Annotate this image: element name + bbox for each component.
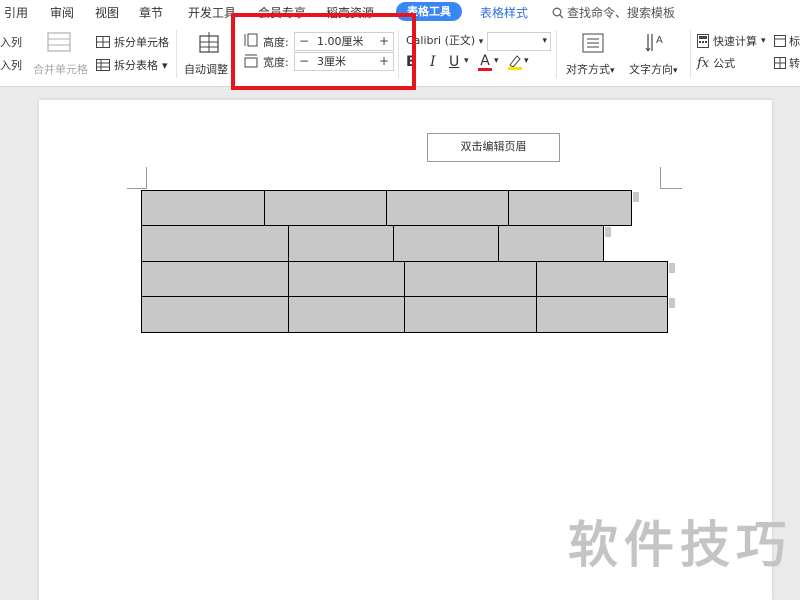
row-end-marker xyxy=(669,263,675,273)
table-cell[interactable] xyxy=(141,225,289,262)
italic-button[interactable]: I xyxy=(430,54,436,70)
highlight-box xyxy=(231,13,416,90)
divider xyxy=(556,30,557,78)
split-table-label: 拆分表格 xyxy=(114,59,158,72)
row-end-marker xyxy=(605,227,611,237)
text-direction-icon: A xyxy=(645,34,663,52)
chevron-down-icon: ▾ xyxy=(162,58,168,72)
row-end-marker xyxy=(633,192,639,202)
table-cell[interactable] xyxy=(536,261,668,297)
chevron-down-icon: ▾ xyxy=(542,36,547,46)
menu-section[interactable]: 章节 xyxy=(139,4,163,21)
split-table-icon xyxy=(96,59,110,71)
merge-cells-label: 合并单元格 xyxy=(33,63,88,76)
crop-mark xyxy=(660,188,682,189)
menu-review[interactable]: 审阅 xyxy=(50,4,74,21)
edit-header-button[interactable]: 双击编辑页眉 xyxy=(427,133,560,162)
tab-table-style[interactable]: 表格样式 xyxy=(480,4,528,21)
chevron-down-icon: ▾ xyxy=(478,37,484,47)
table-cell[interactable] xyxy=(393,225,499,262)
split-cells-icon xyxy=(96,36,110,48)
table-cell[interactable] xyxy=(386,190,509,226)
chevron-down-icon: ▾ xyxy=(524,56,529,66)
crop-mark xyxy=(127,188,147,189)
watermark: 软件技巧 xyxy=(568,516,792,574)
table-cell[interactable] xyxy=(264,190,387,226)
divider xyxy=(176,30,177,78)
auto-fit-button[interactable]: 自动调整 xyxy=(182,28,234,78)
table-cell[interactable] xyxy=(404,261,537,297)
font-color-glyph: A xyxy=(480,53,490,69)
table-cell[interactable] xyxy=(141,261,289,297)
font-color-swatch xyxy=(478,68,492,71)
align-label: 对齐方式▾ xyxy=(566,63,615,76)
chevron-down-icon: ▾ xyxy=(761,36,766,46)
underline-button[interactable]: U xyxy=(449,54,459,70)
split-table-button[interactable]: 拆分表格 ▾ xyxy=(96,57,168,73)
menu-view[interactable]: 视图 xyxy=(95,4,119,21)
merge-cells-button[interactable]: 合并单元格 xyxy=(33,28,91,78)
split-cells-label: 拆分单元格 xyxy=(114,36,169,49)
table-cell[interactable] xyxy=(404,296,537,333)
title-row-icon xyxy=(774,35,786,47)
align-icon xyxy=(582,33,604,53)
split-cells-button[interactable]: 拆分单元格 xyxy=(96,34,169,50)
search-icon xyxy=(552,7,564,18)
table-cell[interactable] xyxy=(288,261,405,297)
font-name-value: Calibri (正文) xyxy=(406,34,476,47)
table-cell[interactable] xyxy=(508,190,632,226)
menu-dev-tools[interactable]: 开发工具 xyxy=(188,4,236,21)
search-label: 查找命令、搜索模板 xyxy=(567,6,676,20)
insert-col-right-button[interactable]: 入列 xyxy=(0,57,22,73)
formula-button[interactable]: fx 公式 xyxy=(697,55,735,71)
convert-label: 转 xyxy=(789,57,800,70)
auto-fit-label: 自动调整 xyxy=(184,63,228,76)
table-cell[interactable] xyxy=(498,225,604,262)
text-direction-label: 文字方向▾ xyxy=(629,63,678,76)
crop-mark xyxy=(660,167,661,189)
convert-button[interactable]: 转 xyxy=(774,55,800,71)
table-cell[interactable] xyxy=(141,296,289,333)
fx-icon: fx xyxy=(697,55,710,71)
auto-fit-icon xyxy=(199,32,219,53)
font-name-select[interactable]: Calibri (正文) ▾ xyxy=(406,32,484,49)
formula-label: 公式 xyxy=(713,57,736,70)
quick-calc-label: 快速计算 xyxy=(713,35,757,48)
table-cell[interactable] xyxy=(536,296,668,333)
merge-cells-icon xyxy=(47,32,71,52)
svg-text:A: A xyxy=(656,35,663,46)
table-cell[interactable] xyxy=(141,190,265,226)
chevron-down-icon: ▾ xyxy=(494,56,499,66)
menu-reference[interactable]: 引用 xyxy=(4,4,28,21)
align-button[interactable]: 对齐方式▾ xyxy=(565,28,621,78)
font-size-select[interactable]: ▾ xyxy=(487,32,551,51)
chevron-down-icon: ▾ xyxy=(464,56,469,66)
crop-mark xyxy=(146,167,147,189)
title-row-button[interactable]: 标 xyxy=(774,33,800,49)
command-search[interactable]: 查找命令、搜索模板 xyxy=(552,4,675,21)
highlight-icon[interactable] xyxy=(506,53,524,71)
table-cell[interactable] xyxy=(288,225,394,262)
quick-calc-button[interactable]: 快速计算 ▾ xyxy=(697,33,766,49)
title-row-label: 标 xyxy=(789,35,800,48)
font-color-button[interactable]: A xyxy=(478,53,492,71)
calculator-icon xyxy=(697,34,709,48)
divider xyxy=(690,30,691,78)
text-direction-button[interactable]: A 文字方向▾ xyxy=(628,28,684,78)
insert-col-left-button[interactable]: 入列 xyxy=(0,34,22,50)
table-cell[interactable] xyxy=(288,296,405,333)
row-end-marker xyxy=(669,298,675,308)
convert-icon xyxy=(774,57,786,69)
